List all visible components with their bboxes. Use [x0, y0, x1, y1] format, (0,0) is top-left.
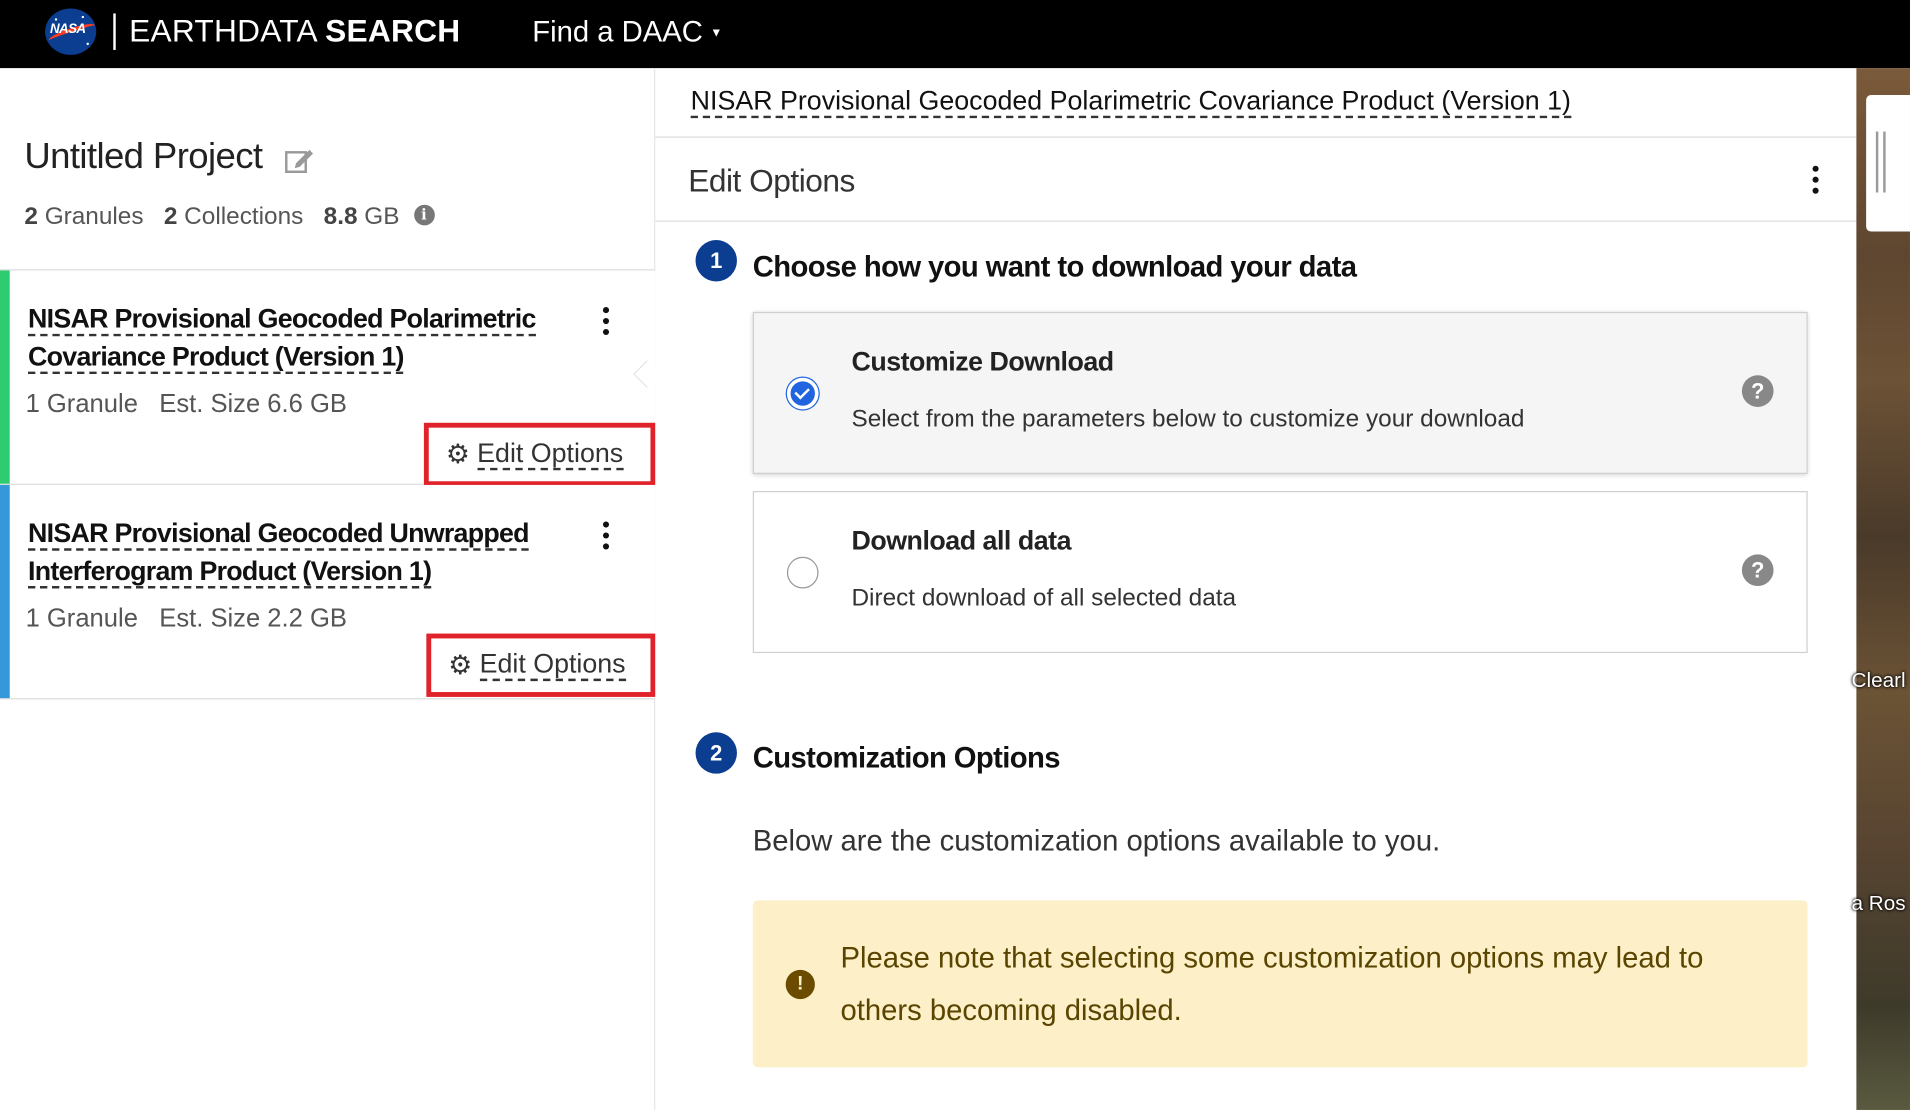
- customization-description: Below are the customization options avai…: [752, 824, 1441, 858]
- map-view[interactable]: Clearl a Ros: [1852, 68, 1910, 1110]
- project-stats: 2 Granules 2 Collections 8.8 GB i: [24, 203, 435, 231]
- radio-unchecked-icon[interactable]: [786, 556, 819, 589]
- collection-size: Est. Size 2.2 GB: [159, 604, 347, 633]
- nasa-logo-icon[interactable]: NASA: [45, 8, 97, 55]
- edit-options-panel: NISAR Provisional Geocoded Polarimetric …: [655, 68, 1857, 1110]
- gear-icon: ⚙: [448, 649, 473, 680]
- collection-color-stripe: [0, 270, 10, 484]
- map-panel-handle[interactable]: [1866, 95, 1910, 232]
- brand-suffix: SEARCH: [325, 12, 461, 49]
- collection-meta: 1 Granule Est. Size 6.6 GB: [26, 390, 347, 419]
- caret-down-icon: ▼: [710, 26, 723, 41]
- app-stage: NASA EARTHDATA SEARCH Find a DAAC ▼ Untit…: [0, 0, 1910, 1110]
- help-icon[interactable]: ?: [1741, 375, 1774, 407]
- collection-title[interactable]: NISAR Provisional Geocoded Polarimetric …: [28, 300, 564, 376]
- step-number-badge: 1: [695, 240, 737, 282]
- gear-icon: ⚙: [445, 438, 470, 470]
- more-actions-icon[interactable]: [597, 307, 614, 344]
- edit-options-button[interactable]: ⚙ Edit Options: [423, 422, 656, 487]
- map-place-label: a Ros: [1851, 891, 1906, 916]
- step-title: Customization Options: [752, 742, 1061, 775]
- collections-label: Collections: [184, 203, 304, 231]
- collection-item[interactable]: NISAR Provisional Geocoded Polarimetric …: [0, 270, 656, 487]
- collection-granules: 1 Granule: [25, 389, 138, 418]
- find-daac-label: Find a DAAC: [532, 15, 703, 49]
- edit-options-label: Edit Options: [477, 438, 624, 471]
- step-title: Choose how you want to download your dat…: [752, 250, 1357, 284]
- project-title[interactable]: Untitled Project: [24, 136, 263, 177]
- warning-icon: !: [785, 969, 815, 1000]
- nasa-logo-text: NASA: [49, 21, 86, 37]
- panel-collection-title[interactable]: NISAR Provisional Geocoded Polarimetric …: [690, 85, 1571, 119]
- option-title: Customize Download: [851, 346, 1114, 377]
- edit-title-icon[interactable]: [285, 146, 314, 174]
- option-title: Download all data: [851, 525, 1071, 556]
- download-all-option[interactable]: Download all data Direct download of all…: [752, 491, 1808, 654]
- help-icon[interactable]: ?: [1741, 554, 1774, 587]
- divider: [655, 220, 1857, 222]
- collection-meta: 1 Granule Est. Size 2.2 GB: [26, 604, 347, 633]
- size-value: 8.8: [323, 203, 358, 231]
- step-number-badge: 2: [695, 732, 737, 774]
- brand-prefix: EARTHDATA: [129, 12, 317, 49]
- granules-count: 2: [24, 203, 38, 231]
- map-place-label: Clearl: [1851, 668, 1906, 693]
- top-navbar: NASA EARTHDATA SEARCH Find a DAAC ▼: [0, 0, 1910, 69]
- more-actions-icon[interactable]: [1808, 165, 1823, 203]
- notice-text: Please note that selecting some customiz…: [840, 941, 1704, 1028]
- customize-download-option[interactable]: Customize Download Select from the param…: [752, 311, 1808, 474]
- find-daac-menu[interactable]: Find a DAAC ▼: [532, 16, 722, 50]
- collection-color-stripe: [0, 484, 10, 699]
- collection-title[interactable]: NISAR Provisional Geocoded Unwrapped Int…: [28, 514, 564, 590]
- edit-options-label: Edit Options: [479, 649, 626, 682]
- more-actions-icon[interactable]: [597, 521, 614, 558]
- project-sidebar: Untitled Project 2 Granules 2 Collection…: [0, 68, 661, 1110]
- radio-checked-icon[interactable]: [786, 377, 819, 410]
- option-description: Direct download of all selected data: [851, 584, 1237, 612]
- edit-options-button[interactable]: ⚙ Edit Options: [426, 633, 656, 697]
- warning-notice: ! Please note that selecting some custom…: [752, 900, 1808, 1068]
- option-description: Select from the parameters below to cust…: [851, 405, 1525, 433]
- collection-granules: 1 Granule: [25, 604, 138, 633]
- collections-count: 2: [163, 203, 178, 231]
- granules-label: Granules: [44, 203, 144, 231]
- divider: [655, 136, 1857, 138]
- collection-item[interactable]: NISAR Provisional Geocoded Unwrapped Int…: [0, 484, 656, 700]
- info-icon[interactable]: i: [413, 204, 435, 226]
- collection-size: Est. Size 6.6 GB: [159, 389, 347, 418]
- size-unit: GB: [364, 203, 400, 231]
- logo-divider: [113, 13, 116, 50]
- panel-subtitle: Edit Options: [688, 162, 855, 199]
- app-brand[interactable]: EARTHDATA SEARCH: [129, 12, 460, 50]
